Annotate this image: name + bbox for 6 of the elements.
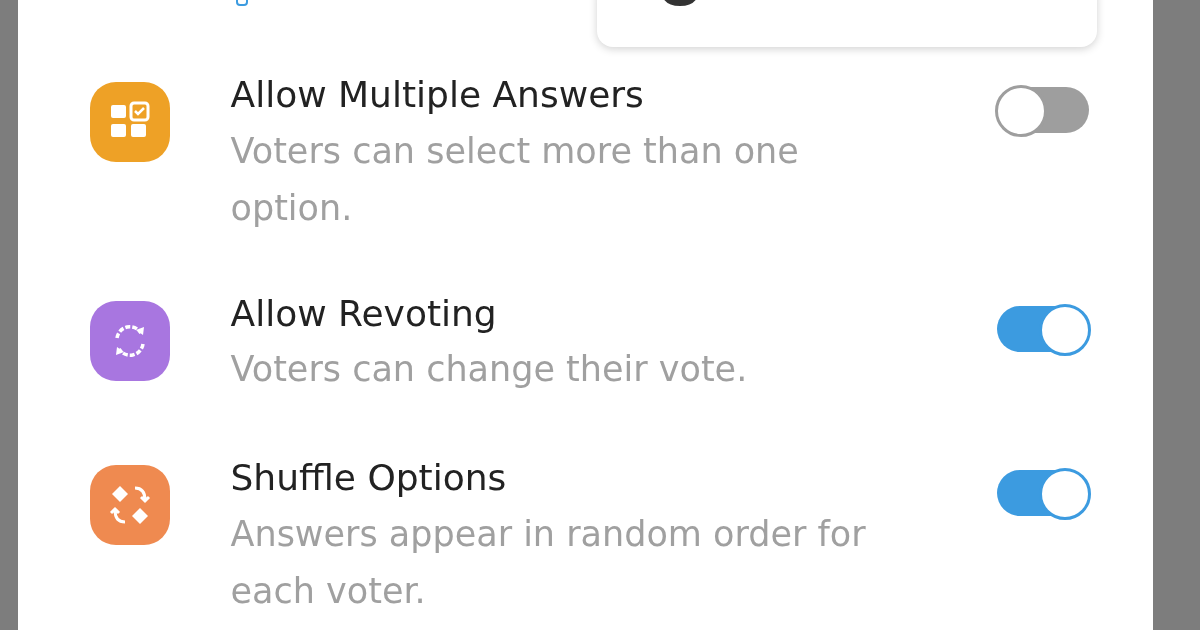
setting-title: Allow Revoting: [230, 291, 498, 336]
setting-description: Voters can select more than one option.: [230, 129, 800, 230]
setting-description: Voters can change their vote.: [230, 348, 749, 392]
setting-title: Allow Multiple Answers: [230, 73, 645, 117]
setting-description: Answers appear in random order for each voter.: [230, 512, 867, 613]
setting-title: Shuffle Options: [230, 455, 508, 500]
